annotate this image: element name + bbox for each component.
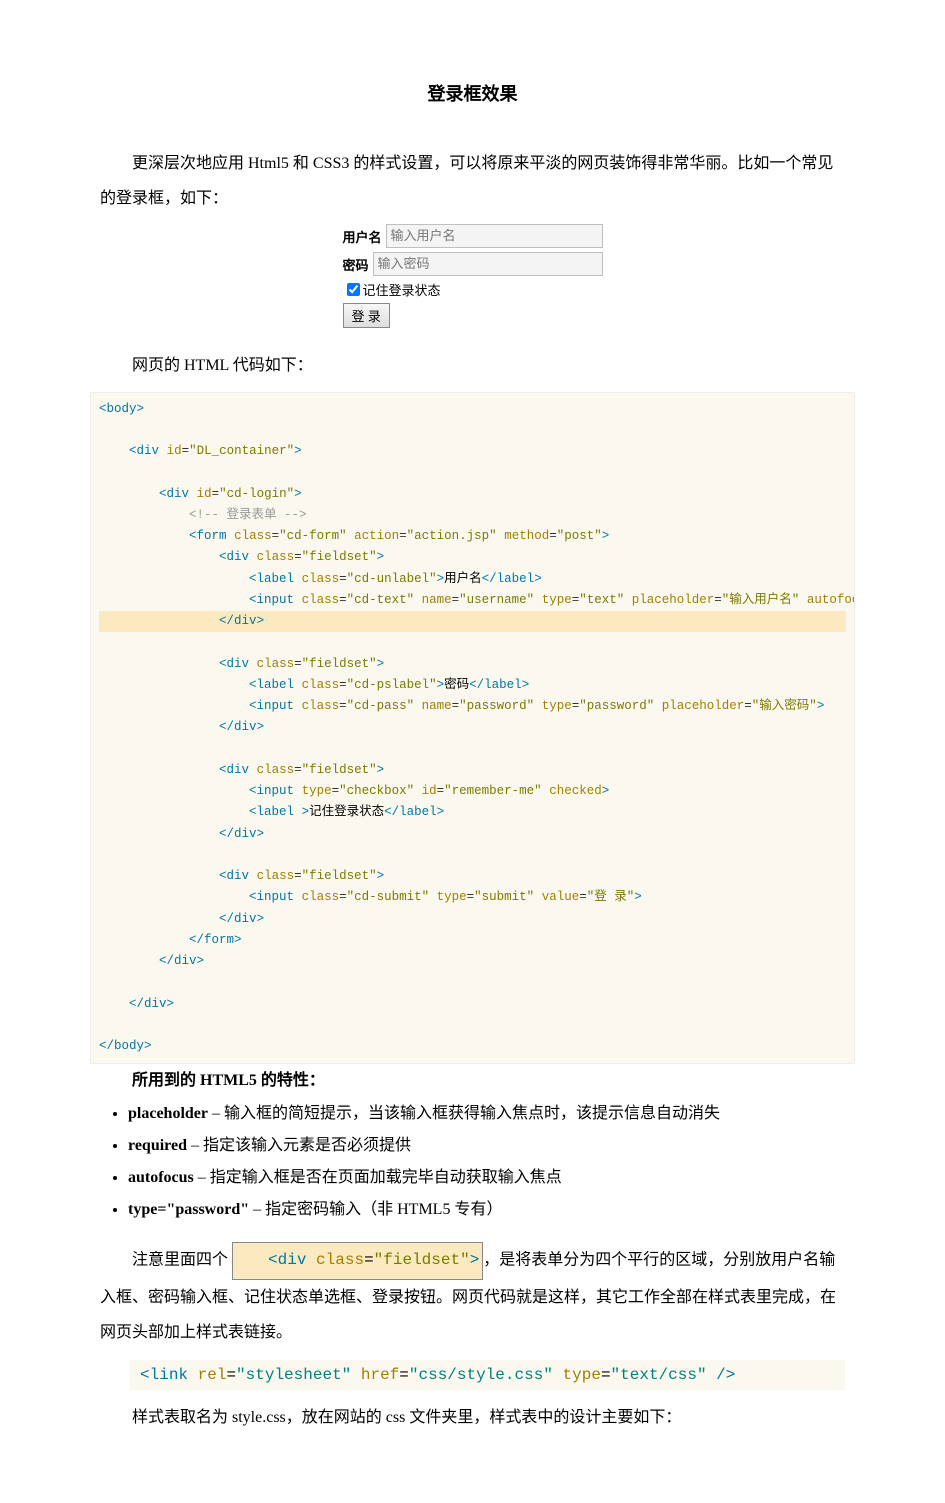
html-code-block: <body> <div id="DL_container"> <div id="…: [90, 392, 855, 1065]
closing-paragraph: 样式表取名为 style.css，放在网站的 css 文件夹里，样式表中的设计主…: [100, 1400, 845, 1435]
username-input[interactable]: [386, 224, 603, 248]
list-item: required – 指定该输入元素是否必须提供: [128, 1130, 845, 1162]
list-item: autofocus – 指定输入框是否在页面加载完毕自动获取输入焦点: [128, 1162, 845, 1194]
password-label: 密码: [343, 255, 369, 274]
intro-paragraph: 更深层次地应用 Html5 和 CSS3 的样式设置，可以将原来平淡的网页装饰得…: [100, 146, 845, 216]
list-item: type="password" – 指定密码输入（非 HTML5 专有）: [128, 1194, 845, 1226]
remember-checkbox[interactable]: [347, 283, 360, 296]
remember-label: 记住登录状态: [363, 280, 441, 299]
username-label: 用户名: [343, 227, 382, 246]
login-demo: 用户名 密码 记住登录状态 登 录: [343, 224, 603, 328]
link-code-block: <link rel="stylesheet" href="css/style.c…: [130, 1360, 845, 1390]
list-item: placeholder – 输入框的简短提示，当该输入框获得输入焦点时，该提示信…: [128, 1098, 845, 1130]
features-list: placeholder – 输入框的简短提示，当该输入框获得输入焦点时，该提示信…: [100, 1098, 845, 1226]
html-code-intro: 网页的 HTML 代码如下：: [100, 348, 845, 383]
login-button[interactable]: 登 录: [343, 303, 390, 328]
note-paragraph: 注意里面四个 <div class="fieldset">，是将表单分为四个平行…: [100, 1242, 845, 1350]
page-title: 登录框效果: [100, 80, 845, 106]
inline-code-fieldset: <div class="fieldset">: [232, 1242, 483, 1279]
password-input[interactable]: [373, 252, 603, 276]
